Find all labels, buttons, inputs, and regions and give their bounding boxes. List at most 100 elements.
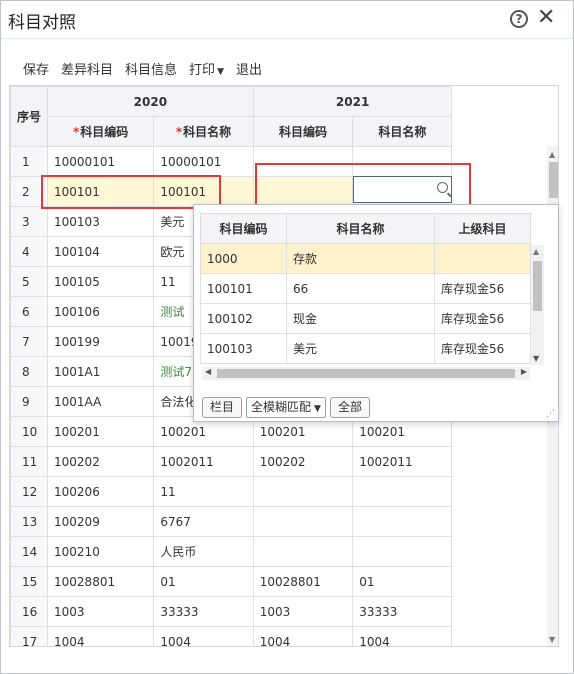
code-2021-cell[interactable] (252, 476, 354, 507)
code-2021-cell[interactable]: 100202 (252, 446, 354, 477)
table-row[interactable]: 14 100210 人民币 (10, 536, 558, 567)
col-header-name-2020[interactable]: *科目名称 (153, 116, 254, 147)
scroll-left-arrow-icon[interactable]: ◀ (205, 367, 211, 376)
code-2020-cell[interactable]: 100202 (47, 446, 155, 477)
name-2021-cell[interactable] (352, 506, 453, 537)
name-2021-cell[interactable]: 1002011 (352, 446, 453, 477)
name-2020-cell[interactable]: 6767 (153, 506, 254, 537)
lookup-col-name[interactable]: 科目名称 (286, 213, 435, 244)
lookup-horizontal-scrollbar[interactable]: ◀ ▶ (202, 367, 530, 380)
lookup-code-cell[interactable]: 1000 (200, 243, 287, 274)
lookup-name-cell[interactable]: 美元 (286, 333, 435, 364)
lookup-code-cell[interactable]: 100102 (200, 303, 287, 334)
filler-cell (451, 476, 558, 507)
lookup-name-cell[interactable]: 存款 (286, 243, 435, 274)
scroll-up-arrow-icon[interactable]: ▲ (533, 247, 539, 256)
help-icon[interactable]: ? (510, 10, 528, 28)
account-info-button[interactable]: 科目信息 (119, 57, 183, 79)
table-row[interactable]: 16 1003 33333 1003 33333 (10, 596, 558, 627)
code-2020-cell[interactable]: 10000101 (47, 146, 155, 177)
resize-grip-icon[interactable]: ⋰ (546, 409, 555, 419)
code-2020-cell[interactable]: 100104 (47, 236, 155, 267)
name-2020-cell[interactable]: 33333 (153, 596, 254, 627)
col-header-code-2021[interactable]: 科目编码 (252, 116, 354, 147)
table-row[interactable]: 15 10028801 01 10028801 01 (10, 566, 558, 597)
code-2020-cell[interactable]: 1001A1 (47, 356, 155, 387)
title-bar[interactable]: 科目对照 ? ✕ (1, 1, 573, 39)
lookup-parent-cell[interactable]: 库存现金56 (434, 333, 531, 364)
table-row[interactable]: 17 1004 1004 1004 1004 (10, 626, 558, 646)
exit-button[interactable]: 退出 (230, 57, 268, 79)
columns-button[interactable]: 栏目 (202, 396, 243, 418)
lookup-vertical-scrollbar[interactable]: ▲ ▼ (531, 245, 544, 365)
name-2020-cell[interactable]: 10000101 (153, 146, 254, 177)
scrollbar-thumb[interactable] (217, 369, 515, 378)
lookup-name-cell[interactable]: 现金 (286, 303, 435, 334)
close-icon[interactable]: ✕ (537, 5, 555, 31)
code-2020-cell[interactable]: 100201 (47, 416, 155, 447)
lookup-parent-cell[interactable] (434, 243, 531, 274)
col-header-code-2020[interactable]: *科目编码 (47, 116, 155, 147)
name-2020-cell[interactable]: 1004 (153, 626, 254, 646)
scroll-right-arrow-icon[interactable]: ▶ (521, 367, 527, 376)
show-all-button[interactable]: 全部 (329, 396, 370, 418)
name-2021-cell[interactable]: 33333 (352, 596, 453, 627)
seq-cell: 17 (10, 626, 49, 646)
code-2020-cell[interactable]: 100103 (47, 206, 155, 237)
col-header-name-2021[interactable]: 科目名称 (352, 116, 453, 147)
group-header-2021: 2021 (252, 86, 453, 117)
lookup-footer: 栏目 全模糊匹配 ▼ 全部 (202, 396, 370, 418)
lookup-row[interactable]: 100102 现金 库存现金56 (200, 303, 531, 334)
table-row[interactable]: 11 100202 1002011 100202 1002011 (10, 446, 558, 477)
scroll-up-arrow-icon[interactable]: ▲ (549, 150, 555, 159)
group-header-2020: 2020 (47, 86, 254, 117)
code-2020-cell[interactable]: 100106 (47, 296, 155, 327)
code-2020-cell[interactable]: 100209 (47, 506, 155, 537)
lookup-row[interactable]: 100101 66 库存现金56 (200, 273, 531, 304)
name-2020-cell[interactable]: 01 (153, 566, 254, 597)
lookup-code-cell[interactable]: 100103 (200, 333, 287, 364)
name-2021-cell[interactable]: 01 (352, 566, 453, 597)
code-2020-cell[interactable]: 100199 (47, 326, 155, 357)
code-2020-cell[interactable]: 100206 (47, 476, 155, 507)
col-label: 科目编码 (80, 125, 129, 139)
filler-cell (451, 506, 558, 537)
name-2020-cell[interactable]: 人民币 (153, 536, 254, 567)
lookup-row[interactable]: 1000 存款 (200, 243, 531, 274)
name-2020-cell[interactable]: 1002011 (153, 446, 254, 477)
code-2020-cell[interactable]: 100105 (47, 266, 155, 297)
code-2021-cell[interactable]: 1004 (252, 626, 354, 646)
scrollbar-thumb[interactable] (549, 162, 558, 198)
code-2021-cell[interactable]: 1003 (252, 596, 354, 627)
scroll-down-arrow-icon[interactable]: ▼ (533, 354, 539, 363)
code-2021-cell[interactable]: 10028801 (252, 566, 354, 597)
lookup-col-parent[interactable]: 上级科目 (434, 213, 531, 244)
code-2020-cell[interactable]: 1003 (47, 596, 155, 627)
save-button[interactable]: 保存 (17, 57, 55, 79)
name-2020-cell[interactable]: 11 (153, 476, 254, 507)
print-button[interactable]: 打印 ▼ (183, 57, 230, 79)
lookup-code-cell[interactable]: 100101 (200, 273, 287, 304)
code-2021-cell[interactable] (252, 536, 354, 567)
code-2021-cell[interactable] (252, 506, 354, 537)
name-2021-cell[interactable] (352, 476, 453, 507)
lookup-name-cell[interactable]: 66 (286, 273, 435, 304)
lookup-row[interactable]: 100103 美元 库存现金56 (200, 333, 531, 364)
seq-cell: 14 (10, 536, 49, 567)
match-mode-select[interactable]: 全模糊匹配 ▼ (246, 396, 326, 418)
lookup-parent-cell[interactable]: 库存现金56 (434, 303, 531, 334)
lookup-parent-cell[interactable]: 库存现金56 (434, 273, 531, 304)
name-2021-cell[interactable] (352, 536, 453, 567)
lookup-col-code[interactable]: 科目编码 (200, 213, 287, 244)
scroll-down-arrow-icon[interactable]: ▼ (549, 635, 555, 644)
code-2020-cell[interactable]: 10028801 (47, 566, 155, 597)
name-2021-cell[interactable]: 1004 (352, 626, 453, 646)
table-row[interactable]: 12 100206 11 (10, 476, 558, 507)
code-2020-cell[interactable]: 1001AA (47, 386, 155, 417)
scrollbar-thumb[interactable] (533, 261, 542, 311)
code-2020-cell[interactable]: 1004 (47, 626, 155, 646)
code-2020-cell[interactable]: 100210 (47, 536, 155, 567)
seq-cell: 6 (10, 296, 49, 327)
table-row[interactable]: 13 100209 6767 (10, 506, 558, 537)
diff-account-button[interactable]: 差异科目 (55, 57, 119, 79)
